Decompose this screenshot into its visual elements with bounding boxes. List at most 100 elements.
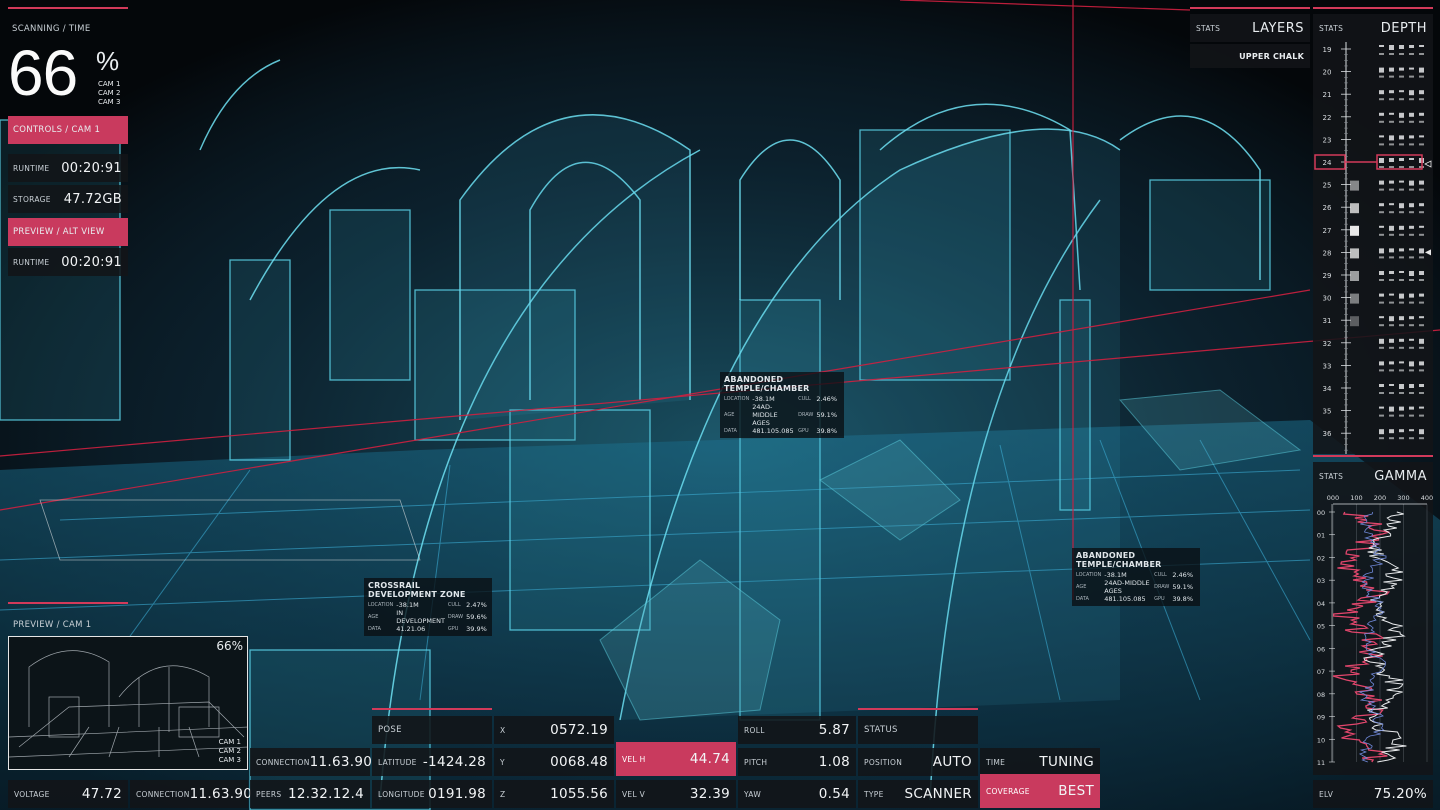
- depth-pattern: [1379, 188, 1384, 191]
- v: 2.46%: [816, 395, 837, 403]
- depth-pattern: [1399, 75, 1404, 78]
- depth-tick-label: 36: [1323, 430, 1332, 438]
- k: LOCATION: [368, 602, 394, 608]
- depth-pattern: [1419, 248, 1424, 254]
- runtime-value: 00:20:91: [61, 160, 122, 176]
- scene-label-title: CROSSRAIL DEVELOPMENT ZONE: [368, 581, 466, 599]
- type-label: TYPE: [864, 789, 884, 799]
- cam-item: CAM 1: [218, 738, 241, 746]
- depth-pattern: [1379, 90, 1384, 95]
- depth-pattern: [1409, 437, 1414, 440]
- scene-label-temple-1[interactable]: ABANDONED TEMPLE/CHAMBER LOCATION -38.1M C…: [720, 372, 844, 438]
- cam-list: CAM 1 CAM 2 CAM 3: [98, 80, 120, 107]
- depth-pattern: [1379, 120, 1384, 123]
- depth-pattern: [1399, 414, 1404, 417]
- depth-pattern: [1379, 158, 1384, 163]
- scene-label-crossrail[interactable]: CROSSRAIL DEVELOPMENT ZONE LOCATION -38.1…: [364, 578, 492, 636]
- depth-pattern: [1399, 406, 1404, 411]
- cam-item: CAM 2: [98, 89, 121, 97]
- depth-pattern: [1399, 293, 1404, 299]
- layer-item[interactable]: UPPER CHALK: [1190, 44, 1310, 68]
- scene-label-table: LOCATION -38.1M CULL 2.47% AGE IN DEVELOPMEN…: [368, 601, 490, 633]
- depth-pattern: [1419, 369, 1424, 372]
- gamma-header[interactable]: STATS GAMMA: [1313, 462, 1433, 490]
- v: -38.1M: [1104, 571, 1127, 579]
- depth-marker: [1350, 293, 1359, 304]
- v: 39.8%: [1172, 595, 1193, 603]
- depth-pattern: [1399, 188, 1404, 191]
- velh-label: VEL H: [622, 754, 646, 764]
- depth-pattern: [1379, 166, 1384, 168]
- cam-item: CAM 3: [98, 98, 121, 106]
- depth-pattern: [1419, 429, 1424, 435]
- depth-pattern: [1379, 211, 1384, 214]
- depth-pattern: [1409, 53, 1414, 55]
- depth-pattern: [1379, 414, 1384, 417]
- v: 2.47%: [466, 601, 487, 609]
- depth-pattern: [1409, 324, 1414, 327]
- preview-alt-header[interactable]: PREVIEW / ALT VIEW: [8, 218, 128, 246]
- elv-value: 75.20%: [1373, 786, 1427, 802]
- depth-pattern: [1409, 166, 1414, 168]
- layers-header[interactable]: STATS LAYERS: [1190, 14, 1310, 42]
- depth-pattern: [1409, 225, 1414, 229]
- depth-pattern: [1409, 233, 1414, 236]
- depth-pattern: [1379, 256, 1384, 259]
- k: DRAW: [447, 614, 464, 620]
- depth-pattern: [1389, 143, 1394, 146]
- position-value: AUTO: [932, 754, 972, 770]
- v: 59.1%: [816, 411, 837, 419]
- depth-pattern: [1409, 271, 1414, 276]
- depth-tick-label: 27: [1323, 227, 1332, 235]
- depth-pattern: [1419, 271, 1424, 275]
- depth-pattern: [1419, 120, 1424, 123]
- k: DATA: [1076, 596, 1089, 602]
- depth-pattern: [1409, 392, 1414, 394]
- position-cell[interactable]: POSITION AUTO: [858, 748, 978, 776]
- peers-cell: PEERS 12.32.12.4: [250, 780, 370, 808]
- depth-pattern: [1419, 324, 1424, 327]
- depth-pattern: [1379, 392, 1384, 394]
- depth-pattern: [1419, 67, 1424, 73]
- v: IN DEVELOPMENT: [396, 609, 445, 625]
- depth-pattern: [1389, 414, 1394, 417]
- scene-label-temple-2[interactable]: ABANDONED TEMPLE/CHAMBER LOCATION -38.1M C…: [1072, 548, 1200, 606]
- velh-cell[interactable]: VEL H 44.74: [616, 742, 736, 776]
- depth-pattern: [1379, 75, 1384, 78]
- depth-pattern: [1379, 248, 1384, 254]
- depth-pattern: [1389, 271, 1394, 274]
- depth-pattern: [1399, 203, 1404, 209]
- time-cell[interactable]: TIME TUNING: [980, 748, 1100, 776]
- pose-title: POSE: [378, 725, 402, 735]
- depth-pattern: [1419, 293, 1424, 297]
- depth-tick-label: 23: [1323, 136, 1332, 144]
- depth-pattern: [1379, 361, 1384, 366]
- depth-pattern: [1379, 112, 1384, 116]
- gamma-log: 000 100 200 300 400 00 01 02 03 04 05 06 07 08 09 10 11: [1313, 490, 1433, 775]
- gamma-y-tick: 03: [1317, 577, 1325, 585]
- divider: [8, 602, 128, 604]
- preview-cam-list: CAM 1 CAM 2 CAM 3: [219, 738, 241, 765]
- depth-marker: [1350, 316, 1359, 327]
- depth-header[interactable]: STATS DEPTH: [1313, 14, 1433, 42]
- controls-cam-header[interactable]: CONTROLS / CAM 1: [8, 116, 128, 144]
- k: GPU: [798, 428, 809, 434]
- depth-pattern: [1419, 143, 1424, 146]
- depth-pattern: [1379, 233, 1384, 236]
- coverage-cell[interactable]: COVERAGE BEST: [980, 774, 1100, 808]
- depth-pattern: [1409, 188, 1414, 191]
- scan-panel: SCANNING / TIME 66 % CAM 1 CAM 2 CAM 3 C…: [0, 0, 130, 282]
- type-cell[interactable]: TYPE SCANNER: [858, 780, 978, 808]
- alt-runtime-label: RUNTIME: [13, 257, 50, 267]
- depth-pattern: [1399, 135, 1404, 140]
- preview-thumbnail[interactable]: 66% CAM 1 CAM 2 CAM 3: [8, 636, 248, 770]
- k: CULL: [1154, 572, 1167, 578]
- gamma-y-tick: 07: [1317, 668, 1325, 676]
- y-cell: Y 0068.48: [494, 748, 614, 776]
- depth-ruler[interactable]: 19 20 21 22 23 24 25 26 27 28 29 30 31 32 33 34 35 36: [1313, 42, 1433, 454]
- depth-pattern: [1409, 67, 1414, 70]
- depth-tick-label: 25: [1323, 182, 1332, 190]
- depth-pattern: [1409, 406, 1414, 410]
- gamma-y-tick: 04: [1317, 600, 1325, 608]
- depth-graphic: 19 20 21 22 23 24 25 26 27 28 29 30 31 32 33 34 35 36: [1314, 42, 1432, 454]
